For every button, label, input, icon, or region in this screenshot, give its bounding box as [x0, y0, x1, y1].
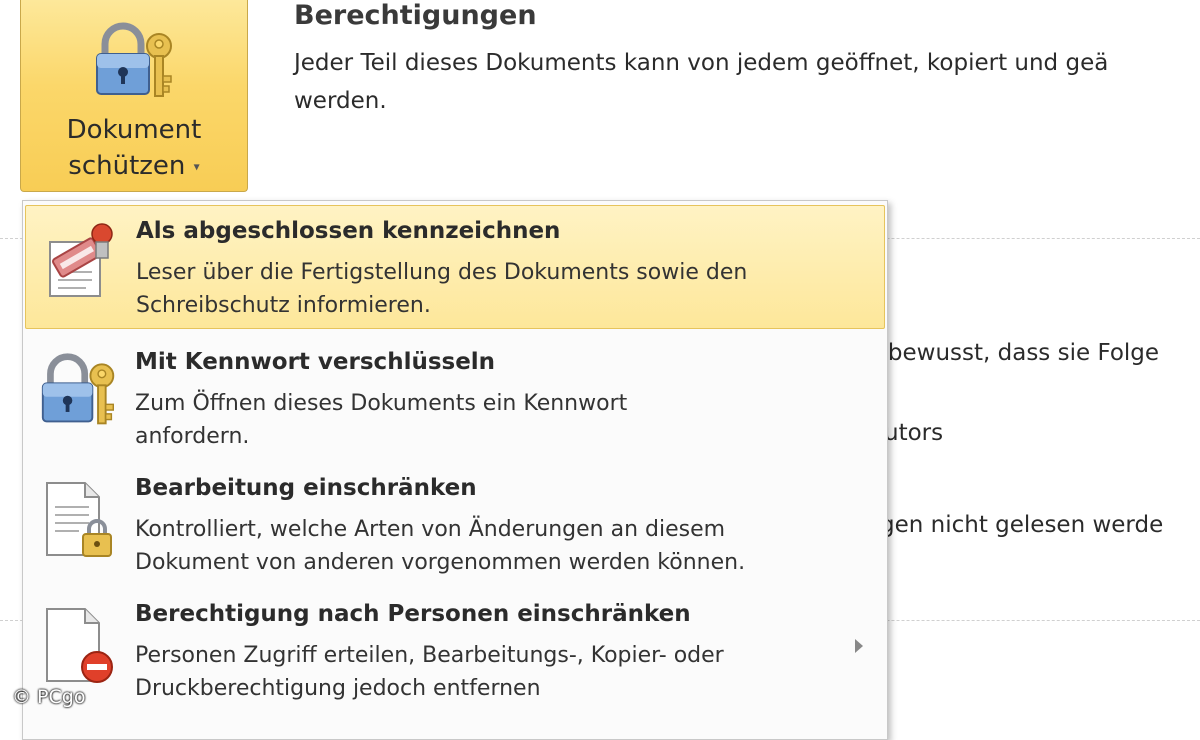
menu-item-description: Leser über die Fertigstellung des Dokume… [136, 256, 747, 322]
document-restrict-icon [39, 603, 119, 691]
permissions-desc-line-2: werden. [294, 88, 387, 114]
background-text: gen nicht gelesen werde [880, 512, 1164, 538]
watermark: © PCgo [12, 686, 86, 708]
protect-document-label: Dokument schützen ▾ [21, 112, 247, 185]
permissions-description: Jeder Teil dieses Dokuments kann von jed… [294, 44, 1194, 120]
lock-key-icon [39, 351, 119, 435]
chevron-down-icon: ▾ [193, 159, 200, 174]
menu-item-desc-line-2: Druckberechtigung jedoch entfernen [135, 676, 541, 701]
protect-document-menu: Als abgeschlossen kennzeichnen Leser übe… [22, 200, 888, 740]
label-line-1: Dokument [66, 115, 202, 145]
label-line-2: schützen [68, 151, 186, 181]
mark-final-icon [40, 220, 120, 304]
menu-item-title: Berechtigung nach Personen einschränken [135, 601, 691, 627]
document-lock-icon [39, 477, 119, 565]
menu-item-encrypt-password[interactable]: Mit Kennwort verschlüsseln Zum Öffnen di… [25, 337, 885, 461]
permissions-title: Berechtigungen [294, 0, 537, 31]
menu-item-desc-line-2: Schreibschutz informieren. [136, 293, 431, 318]
menu-item-description: Personen Zugriff erteilen, Bearbeitungs-… [135, 639, 724, 705]
menu-item-mark-final[interactable]: Als abgeschlossen kennzeichnen Leser übe… [25, 205, 885, 329]
permissions-desc-line-1: Jeder Teil dieses Dokuments kann von jed… [294, 50, 1109, 76]
menu-item-restrict-permission-people[interactable]: Berechtigung nach Personen einschränken … [25, 589, 885, 713]
menu-item-title: Mit Kennwort verschlüsseln [135, 349, 496, 375]
background-text: utors [884, 420, 944, 446]
menu-item-desc-line-1: Personen Zugriff erteilen, Bearbeitungs-… [135, 643, 724, 668]
menu-item-desc-line-1: Kontrolliert, welche Arten von Änderunge… [135, 517, 726, 542]
menu-item-desc-line-1: Leser über die Fertigstellung des Dokume… [136, 260, 748, 285]
protect-document-button[interactable]: Dokument schützen ▾ [20, 0, 248, 192]
lock-key-icon [93, 20, 177, 108]
menu-item-desc-line-1: Zum Öffnen dieses Dokuments ein Kennwort [135, 391, 628, 416]
menu-item-description: Kontrolliert, welche Arten von Änderunge… [135, 513, 745, 579]
menu-item-desc-line-2: Dokument von anderen vorgenommen werden … [135, 550, 746, 575]
menu-item-restrict-editing[interactable]: Bearbeitung einschränken Kontrolliert, w… [25, 463, 885, 587]
menu-item-title: Bearbeitung einschränken [135, 475, 477, 501]
menu-item-description: Zum Öffnen dieses Dokuments ein Kennwort… [135, 387, 627, 453]
menu-item-title: Als abgeschlossen kennzeichnen [136, 218, 561, 244]
background-text: h bewusst, dass sie Folge [866, 340, 1160, 366]
menu-item-desc-line-2: anfordern. [135, 424, 250, 449]
chevron-right-icon[interactable] [855, 639, 863, 653]
